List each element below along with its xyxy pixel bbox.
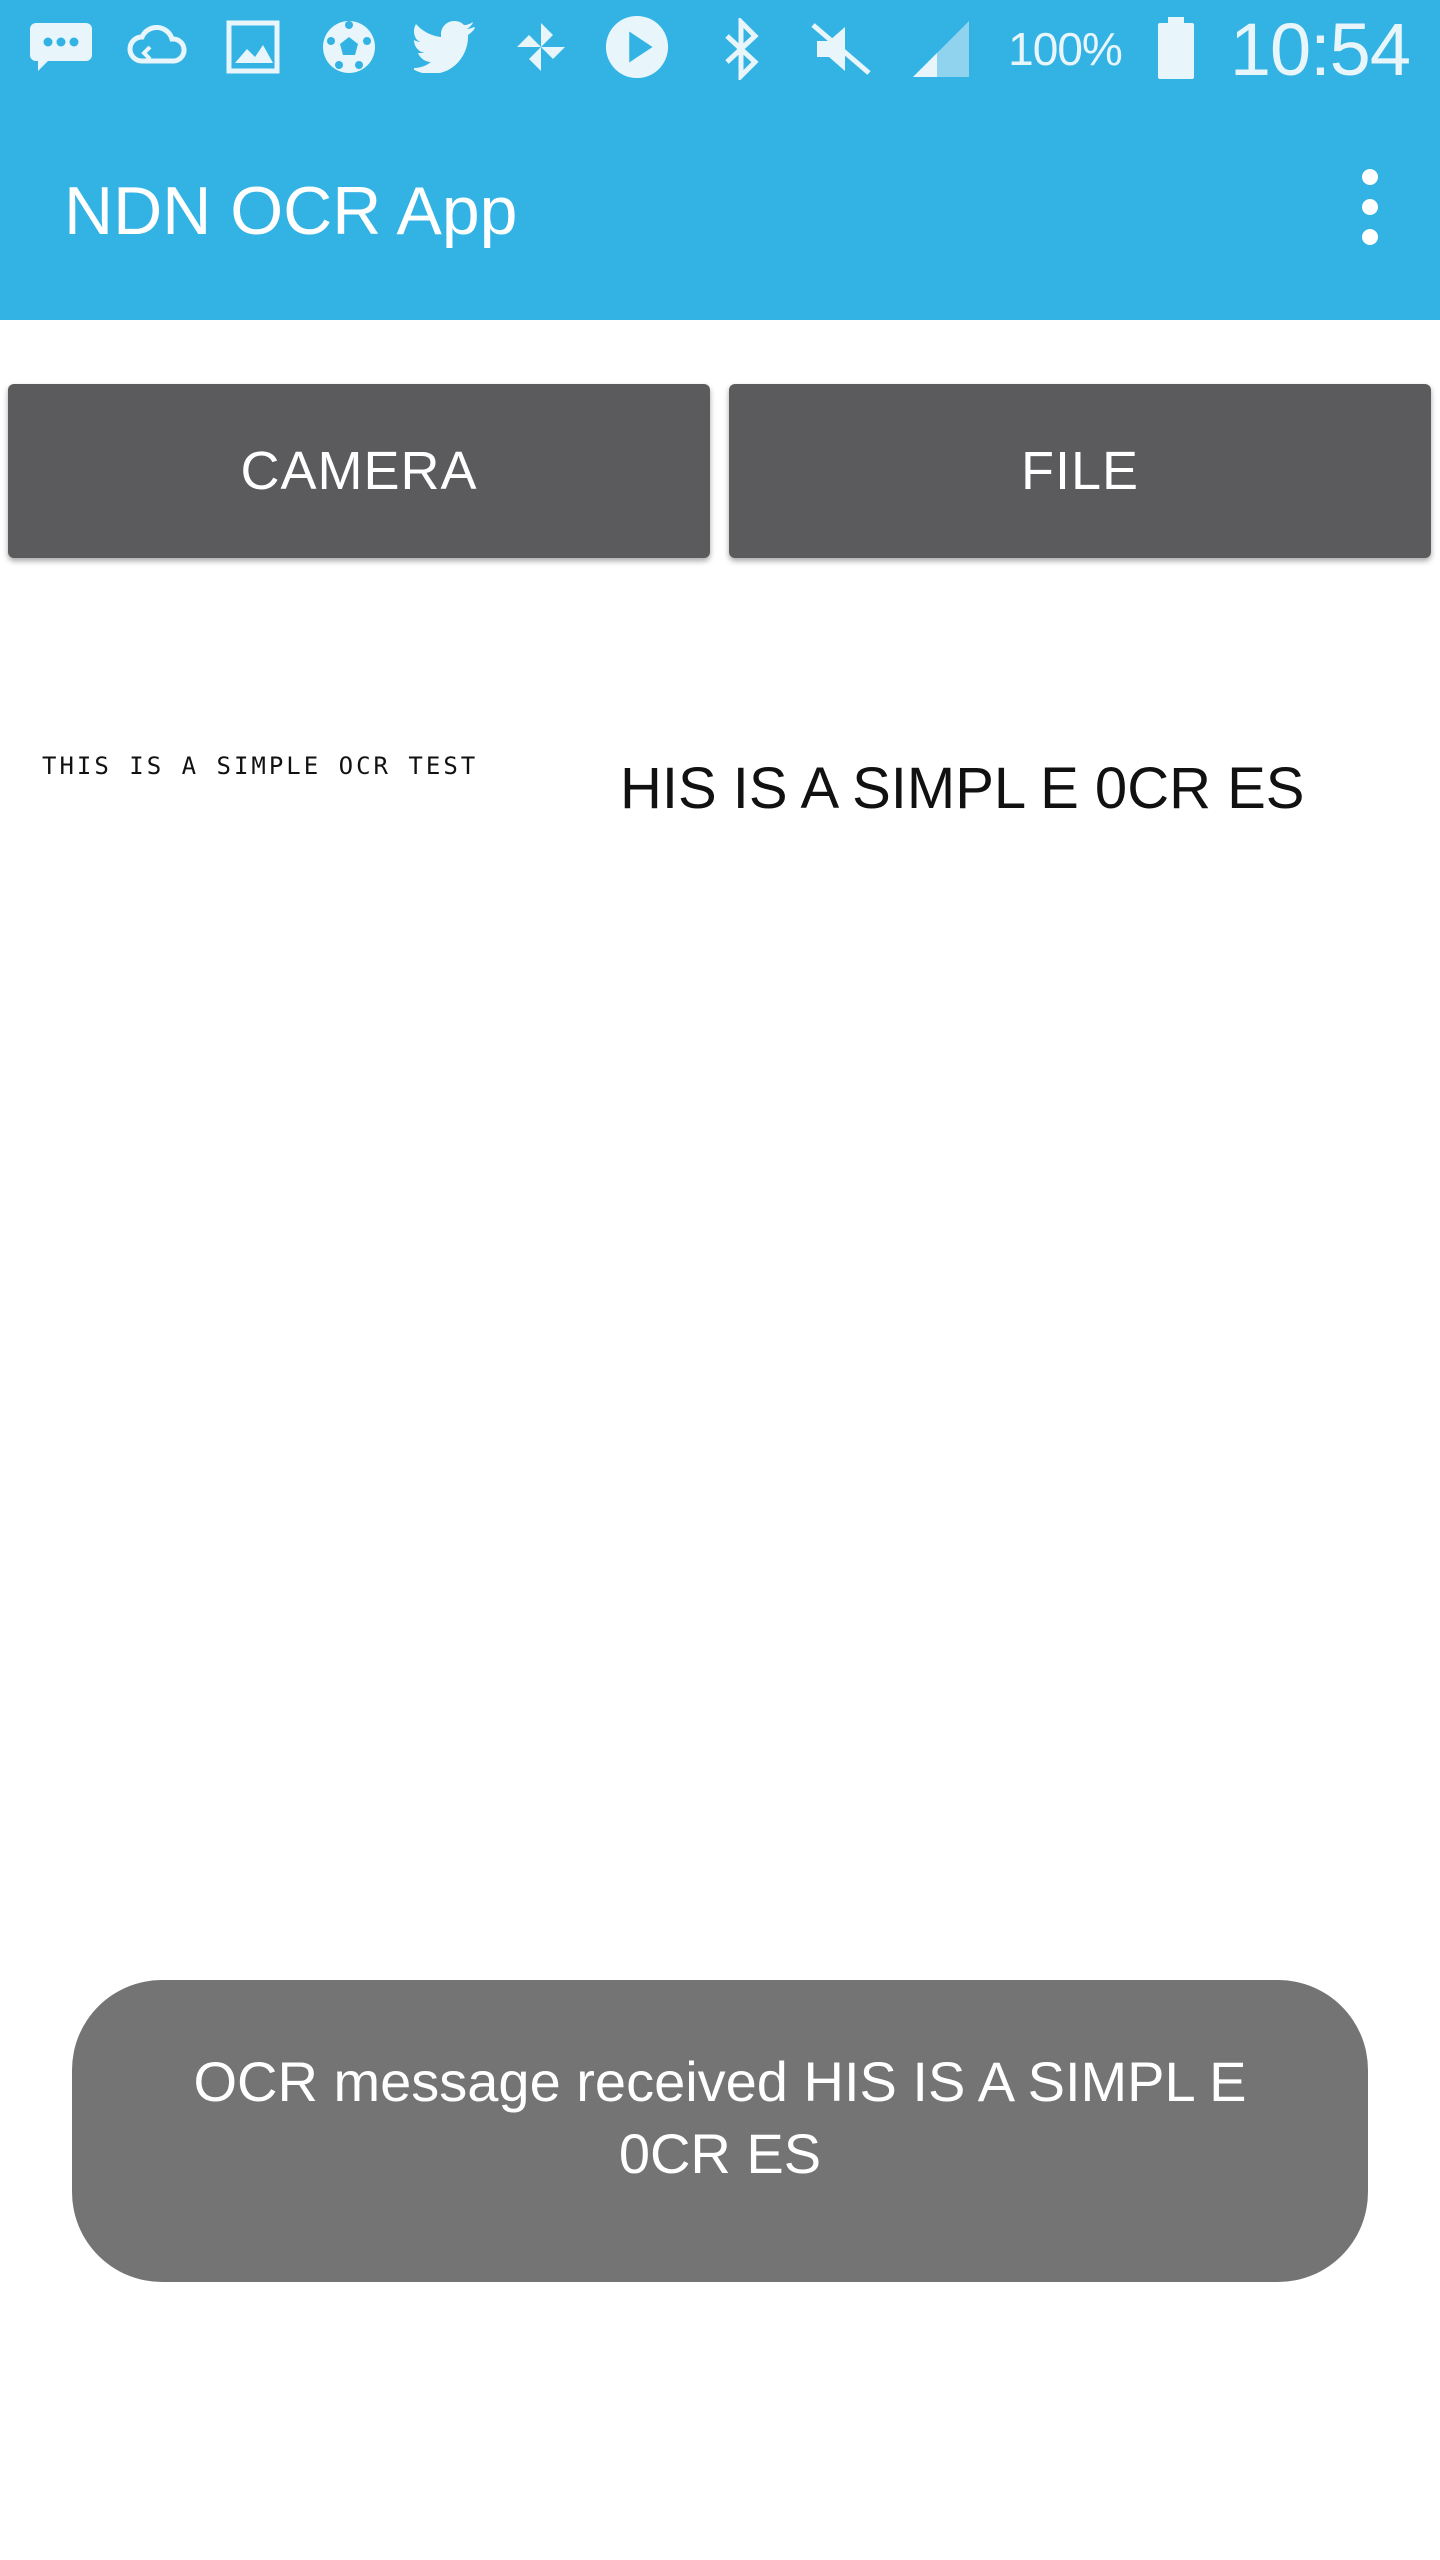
file-button[interactable]: FILE — [729, 384, 1431, 558]
app-bar: NDN OCR App — [0, 98, 1440, 320]
app-title: NDN OCR App — [64, 173, 518, 249]
battery-icon — [1156, 16, 1196, 82]
mute-icon — [808, 16, 874, 82]
image-icon — [220, 14, 286, 80]
camera-button[interactable]: CAMERA — [8, 384, 710, 558]
chat-bubble-icon — [28, 14, 94, 80]
cloud-sync-icon — [124, 14, 190, 80]
system-icons: 100% 10:54 — [708, 0, 1411, 98]
soccer-ball-icon — [316, 14, 382, 80]
menu-dot — [1362, 229, 1378, 245]
menu-dot — [1362, 169, 1378, 185]
ocr-result-text: HIS IS A SIMPL E 0CR ES — [620, 756, 1305, 821]
source-image-text: THIS IS A SIMPLE OCR TEST — [42, 752, 479, 780]
clock: 10:54 — [1229, 7, 1411, 91]
battery-percentage: 100% — [1008, 23, 1123, 75]
twitter-bird-icon — [412, 14, 478, 80]
status-bar: 100% 10:54 — [0, 0, 1440, 98]
notification-icons — [28, 14, 670, 80]
play-circle-icon — [604, 14, 670, 80]
more-vert-icon[interactable] — [1340, 162, 1400, 252]
toast-message: OCR message received HIS IS A SIMPL E 0C… — [72, 1980, 1368, 2282]
signal-icon — [908, 16, 974, 82]
menu-dot — [1362, 199, 1378, 215]
bluetooth-icon — [708, 16, 774, 82]
pinwheel-icon — [508, 14, 574, 80]
toast-text: OCR message received HIS IS A SIMPL E 0C… — [193, 2050, 1247, 2185]
